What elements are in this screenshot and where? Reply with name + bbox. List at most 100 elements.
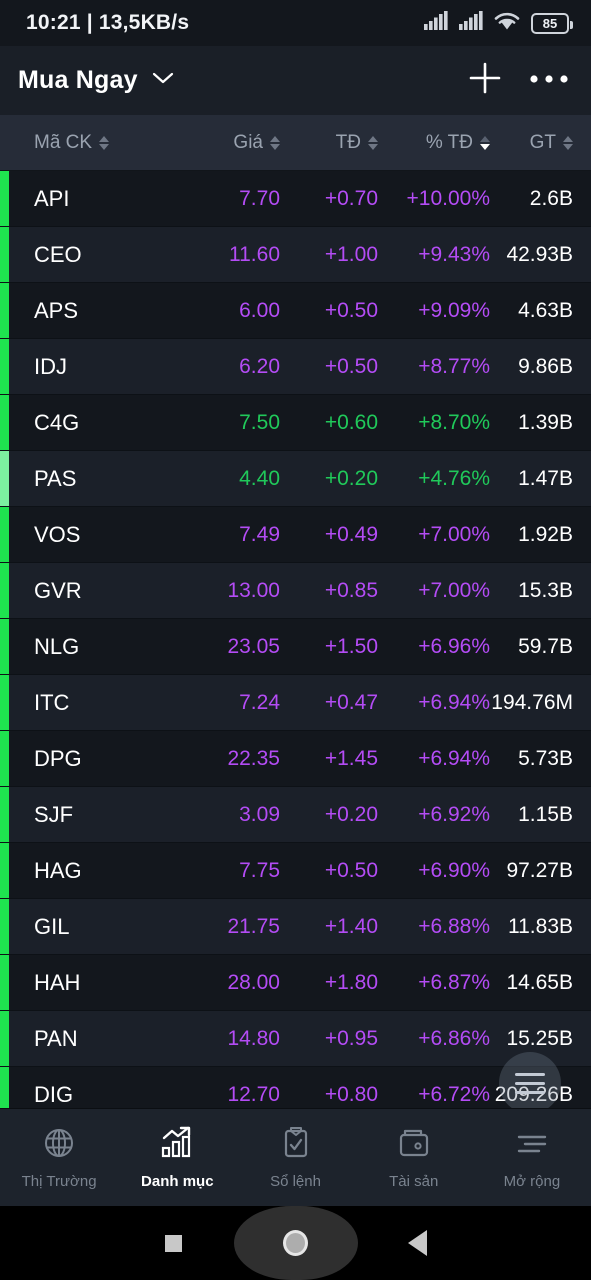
cell-change: +0.85 bbox=[324, 578, 378, 602]
column-header-value-label: GT bbox=[529, 131, 556, 153]
circle-icon bbox=[283, 1230, 308, 1256]
cell-value: 2.6B bbox=[529, 186, 573, 210]
table-row[interactable]: SJF 3.09 +0.20 +6.92% 1.15B bbox=[0, 787, 591, 843]
cell-symbol: ITC bbox=[34, 689, 70, 715]
nav-item-assets[interactable]: Tài sản bbox=[355, 1126, 473, 1190]
row-status-bar bbox=[0, 955, 9, 1010]
wifi-icon bbox=[494, 11, 520, 36]
cell-symbol: PAN bbox=[34, 1025, 78, 1051]
cell-value: 9.86B bbox=[518, 354, 573, 378]
cell-value: 97.27B bbox=[506, 858, 573, 882]
row-status-bar bbox=[0, 843, 9, 898]
table-row[interactable]: HAH 28.00 +1.80 +6.87% 14.65B bbox=[0, 955, 591, 1011]
nav-item-portfolio[interactable]: Danh mục bbox=[118, 1126, 236, 1190]
nav-item-market[interactable]: Thị Trường bbox=[0, 1126, 118, 1190]
cell-percent: +9.43% bbox=[418, 242, 490, 266]
bottom-navigation-bar: Thị Trường Danh mục Sổ lệnh Tài sản Mở r… bbox=[0, 1108, 591, 1206]
table-row[interactable]: CEO 11.60 +1.00 +9.43% 42.93B bbox=[0, 227, 591, 283]
table-row[interactable]: NLG 23.05 +1.50 +6.96% 59.7B bbox=[0, 619, 591, 675]
cell-value: 42.93B bbox=[506, 242, 573, 266]
stock-table-body[interactable]: API 7.70 +0.70 +10.00% 2.6B CEO 11.60 +1.00 +9.4… bbox=[0, 171, 591, 1119]
cell-percent: +6.90% bbox=[418, 858, 490, 882]
row-status-bar bbox=[0, 507, 9, 562]
more-options-button[interactable] bbox=[529, 72, 569, 90]
sort-arrows-icon-active bbox=[480, 135, 490, 150]
cell-price: 7.24 bbox=[239, 690, 280, 714]
plus-icon bbox=[467, 60, 503, 101]
table-row[interactable]: GVR 13.00 +0.85 +7.00% 15.3B bbox=[0, 563, 591, 619]
sort-arrows-icon bbox=[99, 135, 110, 150]
cell-price: 7.49 bbox=[239, 522, 280, 546]
cell-symbol: VOS bbox=[34, 521, 81, 547]
cell-change: +0.95 bbox=[324, 1026, 378, 1050]
cell-symbol: HAG bbox=[34, 857, 82, 883]
status-separator: | bbox=[86, 11, 93, 34]
column-header-percent-label: % TĐ bbox=[425, 131, 473, 153]
row-status-bar bbox=[0, 227, 9, 282]
column-header-change[interactable]: TĐ bbox=[280, 132, 378, 154]
column-header-symbol[interactable]: Mã CK bbox=[0, 132, 180, 154]
cell-price: 12.70 bbox=[227, 1082, 280, 1106]
cell-percent: +10.00% bbox=[406, 186, 491, 210]
cell-symbol: C4G bbox=[34, 409, 80, 435]
table-header-row: Mã CK Giá TĐ % TĐ GT bbox=[0, 115, 591, 171]
table-row[interactable]: PAS 4.40 +0.20 +4.76% 1.47B bbox=[0, 451, 591, 507]
add-button[interactable] bbox=[467, 60, 503, 101]
recents-button[interactable] bbox=[114, 1234, 234, 1252]
cell-price: 3.09 bbox=[239, 802, 280, 826]
battery-level: 85 bbox=[542, 15, 558, 31]
table-row[interactable]: C4G 7.50 +0.60 +8.70% 1.39B bbox=[0, 395, 591, 451]
cell-change: +0.50 bbox=[324, 354, 378, 378]
column-header-price[interactable]: Giá bbox=[180, 132, 280, 154]
table-row[interactable]: API 7.70 +0.70 +10.00% 2.6B bbox=[0, 171, 591, 227]
cell-symbol: APS bbox=[34, 297, 79, 323]
status-bar: 10:21 | 13,5KB/s 85 bbox=[0, 0, 591, 46]
cell-percent: +6.72% bbox=[418, 1082, 490, 1106]
cell-symbol: CEO bbox=[34, 241, 82, 267]
app-title-bar: Mua Ngay bbox=[0, 46, 591, 115]
cell-percent: +7.00% bbox=[418, 522, 490, 546]
cell-value: 59.7B bbox=[518, 634, 573, 658]
cell-price: 13.00 bbox=[227, 578, 280, 602]
cell-price: 6.00 bbox=[239, 298, 280, 322]
table-row[interactable]: DPG 22.35 +1.45 +6.94% 5.73B bbox=[0, 731, 591, 787]
cell-percent: +6.88% bbox=[418, 914, 490, 938]
table-row[interactable]: IDJ 6.20 +0.50 +8.77% 9.86B bbox=[0, 339, 591, 395]
cell-symbol: NLG bbox=[34, 633, 80, 659]
row-status-bar bbox=[0, 675, 9, 730]
row-status-bar bbox=[0, 283, 9, 338]
cell-change: +1.45 bbox=[324, 746, 378, 770]
cell-change: +1.40 bbox=[324, 914, 378, 938]
row-status-bar bbox=[0, 451, 9, 506]
watchlist-selector[interactable]: Mua Ngay bbox=[18, 66, 176, 95]
sort-arrows-icon bbox=[563, 135, 573, 150]
cell-symbol: PAS bbox=[34, 465, 77, 491]
column-header-value[interactable]: GT bbox=[490, 132, 591, 154]
cell-change: +0.70 bbox=[324, 186, 378, 210]
table-row[interactable]: ITC 7.24 +0.47 +6.94% 194.76M bbox=[0, 675, 591, 731]
table-row[interactable]: APS 6.00 +0.50 +9.09% 4.63B bbox=[0, 283, 591, 339]
cell-change: +0.50 bbox=[324, 858, 378, 882]
signal-bars-icon bbox=[459, 10, 483, 36]
cell-percent: +6.92% bbox=[418, 802, 490, 826]
cell-symbol: IDJ bbox=[34, 353, 67, 379]
cell-value: 4.63B bbox=[518, 298, 573, 322]
battery-icon: 85 bbox=[531, 12, 573, 34]
cell-symbol: API bbox=[34, 185, 70, 211]
cell-price: 21.75 bbox=[227, 914, 280, 938]
status-time: 10:21 bbox=[26, 11, 81, 34]
back-button[interactable] bbox=[358, 1230, 478, 1256]
cell-symbol: DPG bbox=[34, 745, 82, 771]
table-row[interactable]: GIL 21.75 +1.40 +6.88% 11.83B bbox=[0, 899, 591, 955]
nav-item-orders[interactable]: Sổ lệnh bbox=[236, 1126, 354, 1190]
cell-percent: +6.94% bbox=[418, 690, 490, 714]
cell-value: 1.39B bbox=[518, 410, 573, 434]
floating-menu-button[interactable] bbox=[499, 1052, 561, 1114]
home-button[interactable] bbox=[233, 1206, 358, 1280]
column-header-percent[interactable]: % TĐ bbox=[378, 132, 490, 154]
table-row[interactable]: VOS 7.49 +0.49 +7.00% 1.92B bbox=[0, 507, 591, 563]
cell-percent: +8.77% bbox=[418, 354, 490, 378]
table-row[interactable]: HAG 7.75 +0.50 +6.90% 97.27B bbox=[0, 843, 591, 899]
table-row[interactable]: PAN 14.80 +0.95 +6.86% 15.25B bbox=[0, 1011, 591, 1067]
nav-item-more[interactable]: Mở rộng bbox=[473, 1126, 591, 1190]
